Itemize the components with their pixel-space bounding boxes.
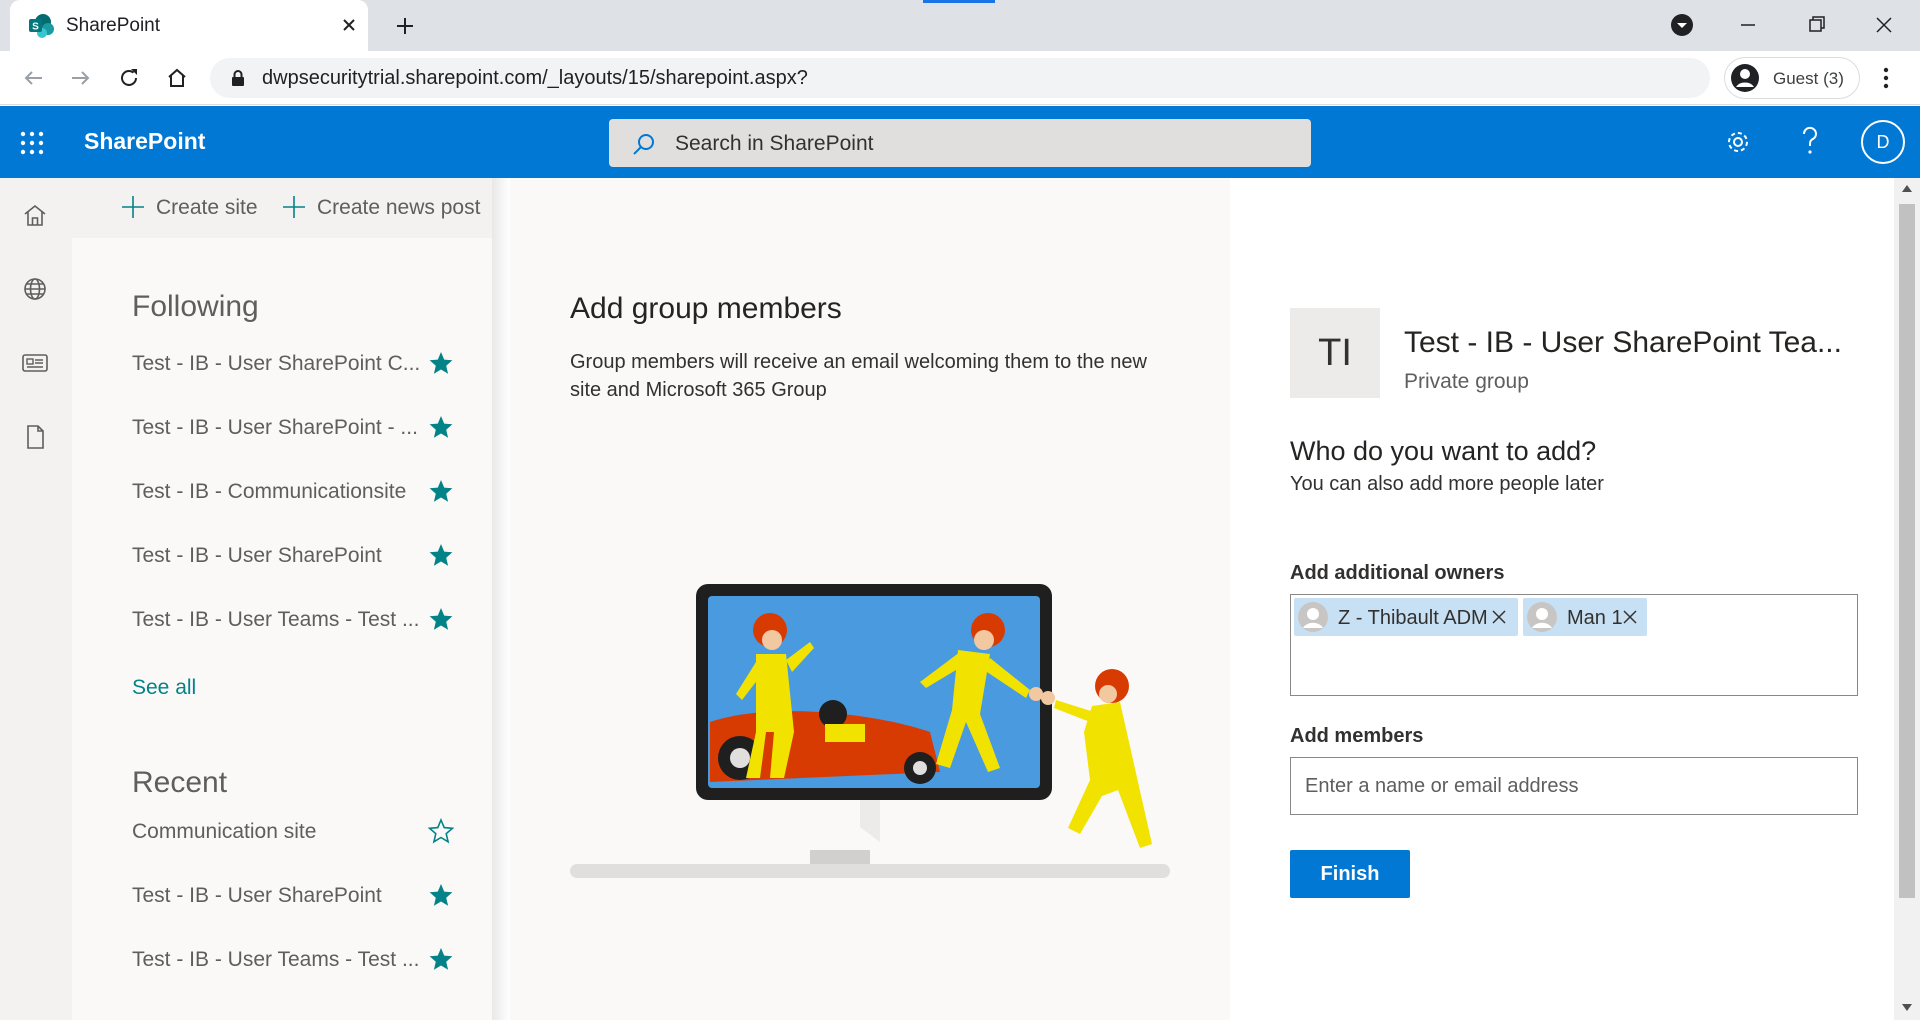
star-filled-icon[interactable] <box>428 414 454 440</box>
following-site-item[interactable]: Test - IB - User Teams - Test ... <box>132 600 472 640</box>
star-outline-icon[interactable] <box>428 818 454 844</box>
following-site-item[interactable]: Test - IB - User SharePoint C... <box>132 344 472 384</box>
recent-site-item[interactable]: Communication site <box>132 812 472 852</box>
profile-button[interactable]: Guest (3) <box>1724 57 1860 99</box>
who-heading: Who do you want to add? <box>1290 436 1597 466</box>
group-privacy: Private group <box>1404 370 1529 393</box>
site-label: Communication site <box>132 820 317 843</box>
suite-header: SharePoint Search in SharePoint D <box>0 106 1920 178</box>
who-subheading: You can also add more people later <box>1290 473 1604 495</box>
group-tile: TI <box>1290 308 1380 398</box>
finish-button[interactable]: Finish <box>1290 850 1410 898</box>
globe-icon[interactable] <box>20 274 50 304</box>
star-filled-icon[interactable] <box>428 882 454 908</box>
command-bar: Create site Create news post <box>72 178 492 238</box>
recent-site-item[interactable]: Test - IB - User SharePoint <box>132 876 472 916</box>
pit-crew-illustration <box>570 582 1170 882</box>
owner-chip[interactable]: Z - Thibault ADM <box>1294 598 1518 636</box>
star-filled-icon[interactable] <box>428 946 454 972</box>
site-label: Test - IB - User SharePoint <box>132 544 382 567</box>
tab-title: SharePoint <box>66 15 161 36</box>
profile-label: Guest (3) <box>1773 69 1844 88</box>
plus-icon <box>283 196 305 218</box>
app-brand[interactable]: SharePoint <box>84 128 205 155</box>
browser-toolbar: dwpsecuritytrial.sharepoint.com/_layouts… <box>0 51 1920 105</box>
user-avatar[interactable]: D <box>1861 120 1905 164</box>
loading-indicator <box>923 0 995 3</box>
members-label: Add members <box>1290 725 1424 747</box>
reload-icon[interactable] <box>114 63 144 93</box>
browser-tab[interactable]: S SharePoint <box>10 0 368 51</box>
document-icon[interactable] <box>20 422 50 452</box>
search-box[interactable]: Search in SharePoint <box>609 119 1311 167</box>
site-label: Test - IB - Communicationsite <box>132 480 407 503</box>
site-label: Test - IB - User Teams - Test ... <box>132 608 420 631</box>
following-site-item[interactable]: Test - IB - Communicationsite <box>132 472 472 512</box>
search-placeholder: Search in SharePoint <box>675 132 874 155</box>
scroll-thumb[interactable] <box>1899 204 1915 898</box>
minimize-icon[interactable] <box>1728 10 1768 40</box>
members-input[interactable] <box>1290 757 1858 815</box>
pane-shadow <box>492 178 510 1020</box>
star-filled-icon[interactable] <box>428 542 454 568</box>
owners-label: Add additional owners <box>1290 562 1505 584</box>
site-label: Test - IB - User SharePoint <box>132 884 382 907</box>
person-icon <box>1298 602 1328 632</box>
lock-icon[interactable] <box>228 68 248 88</box>
sites-navigation-pane: Create site Create news post Following T… <box>72 178 492 1020</box>
sharepoint-favicon-icon: S <box>28 14 54 38</box>
address-bar[interactable]: dwpsecuritytrial.sharepoint.com/_layouts… <box>210 58 1710 98</box>
owners-picker[interactable]: Z - Thibault ADM Man 1 <box>1290 594 1858 696</box>
help-icon[interactable] <box>1796 124 1824 158</box>
site-label: Test - IB - User Teams - Test ... <box>132 948 420 971</box>
following-site-item[interactable]: Test - IB - User SharePoint <box>132 536 472 576</box>
home-icon[interactable] <box>20 200 50 230</box>
info-panel: Add group members Group members will rec… <box>510 178 1230 1020</box>
create-site-label: Create site <box>156 196 258 219</box>
close-window-icon[interactable] <box>1864 10 1904 40</box>
remove-owner-icon[interactable] <box>1490 608 1508 626</box>
tab-search-icon[interactable] <box>1662 10 1702 40</box>
scroll-down-arrow-icon[interactable] <box>1902 1004 1912 1012</box>
forward-icon[interactable] <box>66 63 96 93</box>
recent-heading: Recent <box>132 766 228 799</box>
restore-icon[interactable] <box>1796 10 1836 40</box>
tab-close-icon[interactable] <box>336 12 362 38</box>
remove-owner-icon[interactable] <box>1621 608 1639 626</box>
browser-tab-strip: S SharePoint <box>0 0 1920 51</box>
owner-chip[interactable]: Man 1 <box>1523 598 1647 636</box>
star-filled-icon[interactable] <box>428 350 454 376</box>
panel-title: Add group members <box>570 292 842 325</box>
panel-description: Group members will receive an email welc… <box>570 351 1147 401</box>
guest-avatar-icon <box>1730 63 1760 93</box>
back-icon[interactable] <box>18 63 48 93</box>
see-all-link[interactable]: See all <box>132 676 196 700</box>
site-label: Test - IB - User SharePoint - ... <box>132 416 418 439</box>
add-members-form: TI Test - IB - User SharePoint Tea... Pr… <box>1230 178 1890 1020</box>
recent-site-item[interactable]: Test - IB - User Teams - Test ... <box>132 940 472 980</box>
page-scrollbar[interactable] <box>1894 178 1920 1020</box>
gear-icon[interactable] <box>1724 128 1752 156</box>
star-filled-icon[interactable] <box>428 606 454 632</box>
plus-icon <box>122 196 144 218</box>
left-rail <box>0 178 72 1020</box>
app-launcher-icon[interactable] <box>20 131 44 155</box>
new-tab-icon[interactable] <box>390 11 420 41</box>
site-label: Test - IB - User SharePoint C... <box>132 352 421 375</box>
search-icon <box>631 131 657 157</box>
url-text[interactable]: dwpsecuritytrial.sharepoint.com/_layouts… <box>262 67 808 90</box>
svg-text:S: S <box>32 22 39 33</box>
group-name: Test - IB - User SharePoint Tea... <box>1404 326 1842 359</box>
owner-name: Man 1 <box>1567 607 1623 629</box>
person-icon <box>1527 602 1557 632</box>
following-heading: Following <box>132 290 259 323</box>
create-news-label: Create news post <box>317 196 481 219</box>
owner-name: Z - Thibault ADM <box>1338 607 1488 629</box>
more-menu-icon[interactable] <box>1876 65 1896 91</box>
star-filled-icon[interactable] <box>428 478 454 504</box>
following-site-item[interactable]: Test - IB - User SharePoint - ... <box>132 408 472 448</box>
scroll-up-arrow-icon[interactable] <box>1902 184 1912 192</box>
home-browser-icon[interactable] <box>162 63 192 93</box>
news-icon[interactable] <box>20 348 50 378</box>
